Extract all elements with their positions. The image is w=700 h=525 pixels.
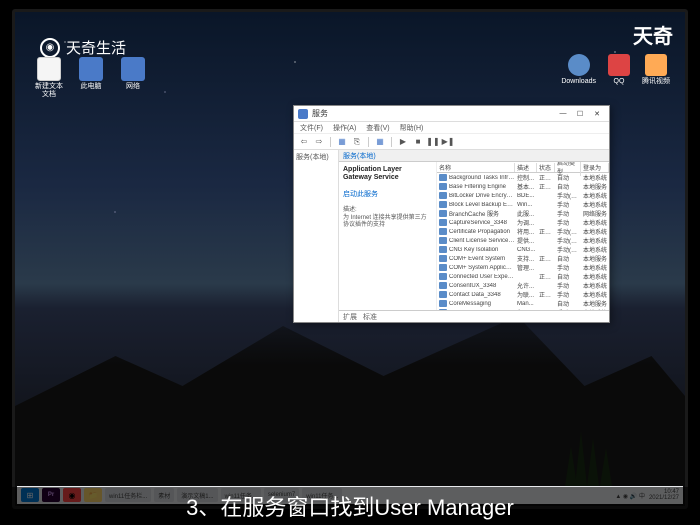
desc-label: 描述: bbox=[343, 207, 432, 215]
tab-extended[interactable]: 扩展 bbox=[343, 312, 357, 322]
back-icon[interactable]: ⇦ bbox=[298, 136, 310, 148]
services-window: 服务 — ☐ ✕ 文件(F) 操作(A) 查看(V) 帮助(H) ⇦ ⇨ ▦ ⎘… bbox=[293, 105, 610, 323]
table-row[interactable]: Connected User Experien...正在...自动本地系统 bbox=[437, 272, 609, 281]
table-row[interactable]: Background Tasks Infra...控制...正在...自动本地系… bbox=[437, 173, 609, 182]
services-list: 名称 描述 状态 启动类型 登录为 Background Tasks Infra… bbox=[437, 162, 609, 310]
table-row[interactable]: Base Filtering Engine基本...正在...自动本地服务 bbox=[437, 182, 609, 191]
forward-icon[interactable]: ⇨ bbox=[313, 136, 325, 148]
monitor-frame: ◉ 天奇生活 天奇 新建文本文档 此电脑 网络 Downloads QQ 腾讯视… bbox=[12, 9, 688, 509]
desktop-icon-downloads[interactable]: Downloads bbox=[561, 54, 596, 86]
table-row[interactable]: CaptureService_3348为调...手动本地系统 bbox=[437, 218, 609, 227]
service-detail-pane: Application Layer Gateway Service 启动此服务 … bbox=[339, 162, 437, 310]
toolbar: ⇦ ⇨ ▦ ⎘ ▦ ▶ ■ ❚❚ ▶❚ bbox=[294, 134, 609, 150]
services-tabs: 服务(本地) bbox=[339, 150, 609, 162]
table-row[interactable]: Certificate Propagation将用...正在...手动(触发..… bbox=[437, 227, 609, 236]
maximize-button[interactable]: ☐ bbox=[572, 108, 588, 120]
col-logon: 登录为 bbox=[581, 163, 609, 172]
watermark-text: 天奇生活 bbox=[66, 37, 126, 58]
table-row[interactable]: BitLocker Drive Encrypti...BDE...手动(触发..… bbox=[437, 191, 609, 200]
refresh-icon[interactable]: ▦ bbox=[374, 136, 386, 148]
list-header[interactable]: 名称 描述 状态 启动类型 登录为 bbox=[437, 162, 609, 173]
watermark-logo: ◉ 天奇生活 bbox=[40, 37, 126, 58]
props-icon[interactable]: ▦ bbox=[336, 136, 348, 148]
titlebar[interactable]: 服务 — ☐ ✕ bbox=[294, 106, 609, 122]
selected-service-name: Application Layer Gateway Service bbox=[343, 166, 432, 183]
menu-help[interactable]: 帮助(H) bbox=[400, 123, 424, 133]
desktop-screen: ◉ 天奇生活 天奇 新建文本文档 此电脑 网络 Downloads QQ 腾讯视… bbox=[15, 12, 685, 506]
table-row[interactable]: CoreMessagingMan...自动本地服务 bbox=[437, 299, 609, 308]
video-caption: 3、在服务窗口找到User Manager bbox=[0, 487, 700, 525]
close-button[interactable]: ✕ bbox=[589, 108, 605, 120]
table-row[interactable]: Block Level Backup Engi...Win...手动本地系统 bbox=[437, 200, 609, 209]
desktop-icon-tencent[interactable]: 腾讯视频 bbox=[642, 54, 670, 86]
restart-icon[interactable]: ▶❚ bbox=[442, 136, 454, 148]
table-row[interactable]: CNG Key IsolationCNG...手动(触发...本地系统 bbox=[437, 245, 609, 254]
services-rows: Background Tasks Infra...控制...正在...自动本地系… bbox=[437, 173, 609, 310]
desktop-icon-network[interactable]: 网络 bbox=[117, 57, 149, 98]
table-row[interactable]: COM+ System Application管理...手动本地系统 bbox=[437, 263, 609, 272]
menu-action[interactable]: 操作(A) bbox=[333, 123, 356, 133]
menu-view[interactable]: 查看(V) bbox=[366, 123, 389, 133]
export-icon[interactable]: ⎘ bbox=[351, 136, 363, 148]
services-body: 服务(本地) 服务(本地) Application Layer Gateway … bbox=[294, 150, 609, 322]
window-icon bbox=[298, 109, 308, 119]
tab-local[interactable]: 服务(本地) bbox=[343, 151, 376, 161]
pause-icon[interactable]: ❚❚ bbox=[427, 136, 439, 148]
menubar: 文件(F) 操作(A) 查看(V) 帮助(H) bbox=[294, 122, 609, 134]
service-description: 为 Internet 连接共享提供第三方协议插件的支持 bbox=[343, 215, 432, 231]
window-title: 服务 bbox=[312, 108, 555, 119]
play-icon[interactable]: ▶ bbox=[397, 136, 409, 148]
table-row[interactable]: ConsentUX_3348允许...手动本地系统 bbox=[437, 281, 609, 290]
wallpaper-trees bbox=[565, 406, 625, 486]
table-row[interactable]: COM+ Event System支持...正在...自动本地服务 bbox=[437, 254, 609, 263]
col-name: 名称 bbox=[437, 163, 515, 172]
table-row[interactable]: Client License Service (Cl...提供...手动(触发.… bbox=[437, 236, 609, 245]
table-row[interactable]: Contact Data_3348为联...正在...手动本地系统 bbox=[437, 290, 609, 299]
col-desc: 描述 bbox=[515, 163, 537, 172]
desktop-icon-qq[interactable]: QQ bbox=[608, 54, 630, 86]
desktop-icons-right: Downloads QQ 腾讯视频 bbox=[561, 54, 670, 86]
desktop-icon-computer[interactable]: 此电脑 bbox=[75, 57, 107, 98]
left-tree[interactable]: 服务(本地) bbox=[294, 150, 339, 322]
watermark-icon: ◉ bbox=[40, 38, 60, 58]
menu-file[interactable]: 文件(F) bbox=[300, 123, 323, 133]
table-row[interactable]: BranchCache 服务此服...手动网络服务 bbox=[437, 209, 609, 218]
footer-tabs: 扩展 标准 bbox=[339, 310, 609, 322]
desktop-icons-left: 新建文本文档 此电脑 网络 bbox=[33, 57, 149, 98]
watermark-right: 天奇 bbox=[633, 20, 673, 49]
col-status: 状态 bbox=[537, 163, 555, 172]
stop-icon[interactable]: ■ bbox=[412, 136, 424, 148]
start-service-link[interactable]: 启动此服务 bbox=[343, 189, 432, 199]
desktop-icon-textfile[interactable]: 新建文本文档 bbox=[33, 57, 65, 98]
minimize-button[interactable]: — bbox=[555, 108, 571, 120]
tab-standard[interactable]: 标准 bbox=[363, 312, 377, 322]
